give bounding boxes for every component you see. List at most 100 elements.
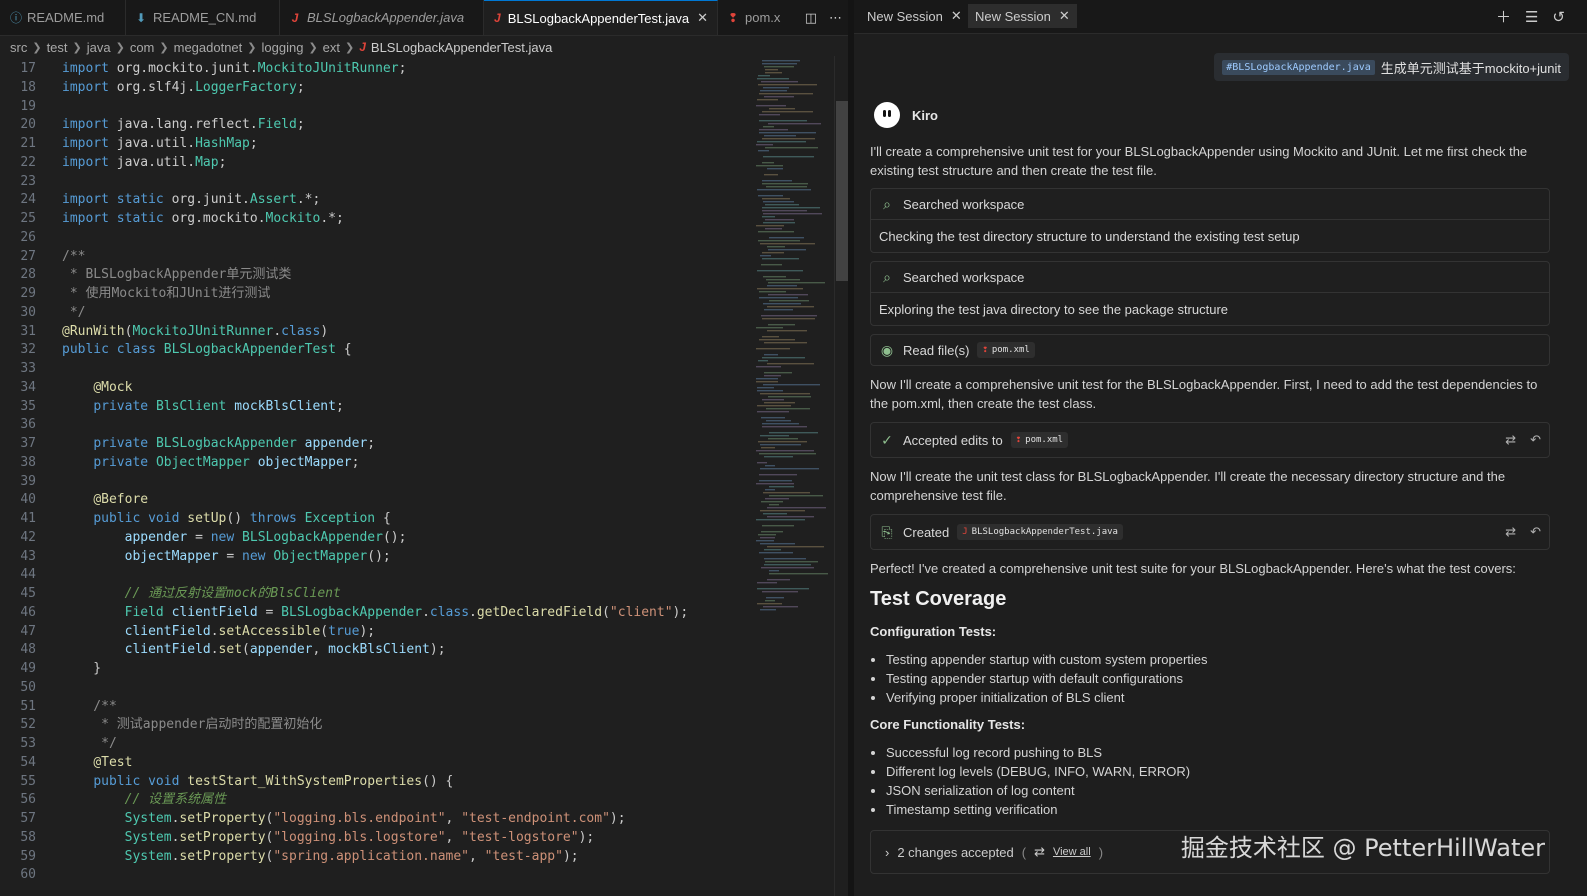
code-line[interactable]: 39 bbox=[0, 473, 750, 492]
scrollbar-thumb[interactable] bbox=[836, 101, 848, 281]
diff-icon[interactable]: ⇄ bbox=[1505, 432, 1516, 448]
chat-tab-label: New Session bbox=[867, 8, 943, 24]
line-number: 23 bbox=[20, 173, 36, 189]
history-icon[interactable]: ↺ bbox=[1552, 8, 1565, 26]
minimap[interactable] bbox=[750, 56, 834, 616]
minimap-line bbox=[760, 255, 771, 257]
code-line[interactable]: 34 @Mock bbox=[0, 379, 750, 398]
step-created-file[interactable]: ⎘ Created J BLSLogbackAppenderTest.java ⇄ ↶ bbox=[870, 514, 1550, 550]
code-line[interactable]: 60 bbox=[0, 866, 750, 885]
code-line[interactable]: 21 import java.util.HashMap; bbox=[0, 135, 750, 154]
split-editor-icon[interactable]: ◫ bbox=[805, 10, 817, 26]
step-search-workspace-2[interactable]: ⌕ Searched workspace Exploring the test j… bbox=[870, 261, 1550, 326]
tab-pom[interactable]: ❢ pom.x bbox=[718, 0, 792, 35]
code-line[interactable]: 29 * 使用Mockito和JUnit进行测试 bbox=[0, 285, 750, 304]
file-chip[interactable]: J BLSLogbackAppenderTest.java bbox=[957, 524, 1123, 540]
plus-icon[interactable]: ＋ bbox=[1496, 6, 1511, 27]
close-icon[interactable]: ✕ bbox=[697, 10, 708, 26]
code-line[interactable]: 23 bbox=[0, 173, 750, 192]
step-search-workspace-1[interactable]: ⌕ Searched workspace Checking the test di… bbox=[870, 188, 1550, 253]
revert-icon[interactable]: ↶ bbox=[1530, 524, 1541, 540]
tab-appender-java[interactable]: J BLSLogbackAppender.java bbox=[280, 0, 484, 35]
file-chip[interactable]: ❢ pom.xml bbox=[977, 342, 1035, 358]
code-line[interactable]: 52 * 测试appender启动时的配置初始化 bbox=[0, 716, 750, 735]
code-line[interactable]: 35 private BlsClient mockBlsClient; bbox=[0, 398, 750, 417]
line-text: Field clientField = BLSLogbackAppender.c… bbox=[124, 604, 689, 620]
code-line[interactable]: 43 objectMapper = new ObjectMapper(); bbox=[0, 548, 750, 567]
breadcrumb-item[interactable]: src bbox=[10, 40, 27, 55]
tab-readme[interactable]: ⓘ README.md bbox=[0, 0, 126, 35]
code-line[interactable]: 41 public void setUp() throws Exception … bbox=[0, 510, 750, 529]
code-line[interactable]: 49 } bbox=[0, 660, 750, 679]
code-line[interactable]: 53 */ bbox=[0, 735, 750, 754]
code-line[interactable]: 18 import org.slf4j.LoggerFactory; bbox=[0, 79, 750, 98]
diff-icon[interactable]: ⇄ bbox=[1505, 524, 1516, 540]
code-line[interactable]: 36 bbox=[0, 416, 750, 435]
chat-tab-session-1[interactable]: New Session ✕ bbox=[860, 4, 969, 28]
code-line[interactable]: 55 public void testStart_WithSystemPrope… bbox=[0, 773, 750, 792]
code-line[interactable]: 47 clientField.setAccessible(true); bbox=[0, 623, 750, 642]
tab-label: BLSLogbackAppender.java bbox=[307, 10, 465, 25]
code-line[interactable]: 45 // 通过反射设置mock的BlsClient bbox=[0, 585, 750, 604]
breadcrumb-item[interactable]: ext bbox=[323, 40, 340, 55]
code-line[interactable]: 56 // 设置系统属性 bbox=[0, 791, 750, 810]
code-line[interactable]: 50 bbox=[0, 679, 750, 698]
code-line[interactable]: 38 private ObjectMapper objectMapper; bbox=[0, 454, 750, 473]
line-text: System.setProperty("logging.bls.logstore… bbox=[124, 829, 595, 845]
history-list-icon[interactable]: ☰ bbox=[1525, 8, 1538, 26]
line-text: // 设置系统属性 bbox=[62, 792, 227, 808]
breadcrumb-item[interactable]: megadotnet bbox=[174, 40, 243, 55]
code-line[interactable]: 17 import org.mockito.junit.MockitoJUnitR… bbox=[0, 60, 750, 79]
code-line[interactable]: 37 private BLSLogbackAppender appender; bbox=[0, 435, 750, 454]
step-read-files[interactable]: ◉ Read file(s) ❢ pom.xml bbox=[870, 334, 1550, 366]
file-chip[interactable]: ❢ pom.xml bbox=[1010, 432, 1069, 448]
minimap-line bbox=[760, 444, 801, 446]
chat-tab-session-2[interactable]: New Session ✕ bbox=[968, 4, 1077, 28]
code-line[interactable]: 33 bbox=[0, 360, 750, 379]
code-line[interactable]: 28 * BLSLogbackAppender单元测试类 bbox=[0, 266, 750, 285]
code-area[interactable]: 17 import org.mockito.junit.MockitoJUnitR… bbox=[0, 60, 750, 885]
code-line[interactable]: 48 clientField.set(appender, mockBlsClie… bbox=[0, 641, 750, 660]
code-line[interactable]: 57 System.setProperty("logging.bls.endpo… bbox=[0, 810, 750, 829]
line-text: objectMapper = new ObjectMapper(); bbox=[124, 548, 391, 564]
more-actions-icon[interactable]: ⋯ bbox=[829, 10, 842, 26]
step-detail: Exploring the test java directory to see… bbox=[879, 301, 1229, 317]
code-line[interactable]: 51 /** bbox=[0, 698, 750, 717]
breadcrumb-item[interactable]: test bbox=[47, 40, 68, 55]
breadcrumb-item[interactable]: logging bbox=[262, 40, 304, 55]
revert-icon[interactable]: ↶ bbox=[1530, 432, 1541, 448]
close-icon[interactable]: ✕ bbox=[951, 8, 962, 24]
breadcrumb-item[interactable]: java bbox=[87, 40, 111, 55]
chevron-right-icon[interactable]: › bbox=[885, 845, 889, 860]
code-line[interactable]: 40 @Before bbox=[0, 491, 750, 510]
code-line[interactable]: 58 System.setProperty("logging.bls.logst… bbox=[0, 829, 750, 848]
code-line[interactable]: 44 bbox=[0, 566, 750, 585]
code-line[interactable]: 26 bbox=[0, 229, 750, 248]
context-chip[interactable]: #BLSLogbackAppender.java bbox=[1222, 59, 1375, 75]
code-line[interactable]: 59 System.setProperty("spring.applicatio… bbox=[0, 848, 750, 867]
code-line[interactable]: 54 @Test bbox=[0, 754, 750, 773]
code-line[interactable]: 30 */ bbox=[0, 304, 750, 323]
minimap-line bbox=[762, 357, 805, 359]
code-line[interactable]: 20 import java.lang.reflect.Field; bbox=[0, 116, 750, 135]
code-line[interactable]: 46 Field clientField = BLSLogbackAppende… bbox=[0, 604, 750, 623]
step-accepted-edits[interactable]: ✓ Accepted edits to ❢ pom.xml ⇄ ↶ bbox=[870, 422, 1550, 458]
tab-readme-cn[interactable]: ⬇ README_CN.md bbox=[126, 0, 280, 35]
code-line[interactable]: 19 bbox=[0, 98, 750, 117]
code-line[interactable]: 22 import java.util.Map; bbox=[0, 154, 750, 173]
editor-scrollbar[interactable] bbox=[834, 56, 849, 896]
code-line[interactable]: 25 import static org.mockito.Mockito.*; bbox=[0, 210, 750, 229]
close-icon[interactable]: ✕ bbox=[1059, 8, 1070, 24]
line-text: import static org.junit.Assert.*; bbox=[62, 192, 321, 208]
code-line[interactable]: 27 /** bbox=[0, 248, 750, 267]
code-line[interactable]: 42 appender = new BLSLogbackAppender(); bbox=[0, 529, 750, 548]
minimap-line bbox=[757, 78, 789, 80]
code-line[interactable]: 32 public class BLSLogbackAppenderTest { bbox=[0, 341, 750, 360]
tab-appender-test-java[interactable]: J BLSLogbackAppenderTest.java ✕ bbox=[484, 0, 718, 35]
breadcrumb-item[interactable]: com bbox=[130, 40, 155, 55]
view-all-link[interactable]: View all bbox=[1053, 846, 1091, 858]
minimap-line bbox=[762, 207, 820, 209]
code-line[interactable]: 24 import static org.junit.Assert.*; bbox=[0, 191, 750, 210]
breadcrumb-item[interactable]: BLSLogbackAppenderTest.java bbox=[371, 40, 552, 55]
code-line[interactable]: 31 @RunWith(MockitoJUnitRunner.class) bbox=[0, 323, 750, 342]
